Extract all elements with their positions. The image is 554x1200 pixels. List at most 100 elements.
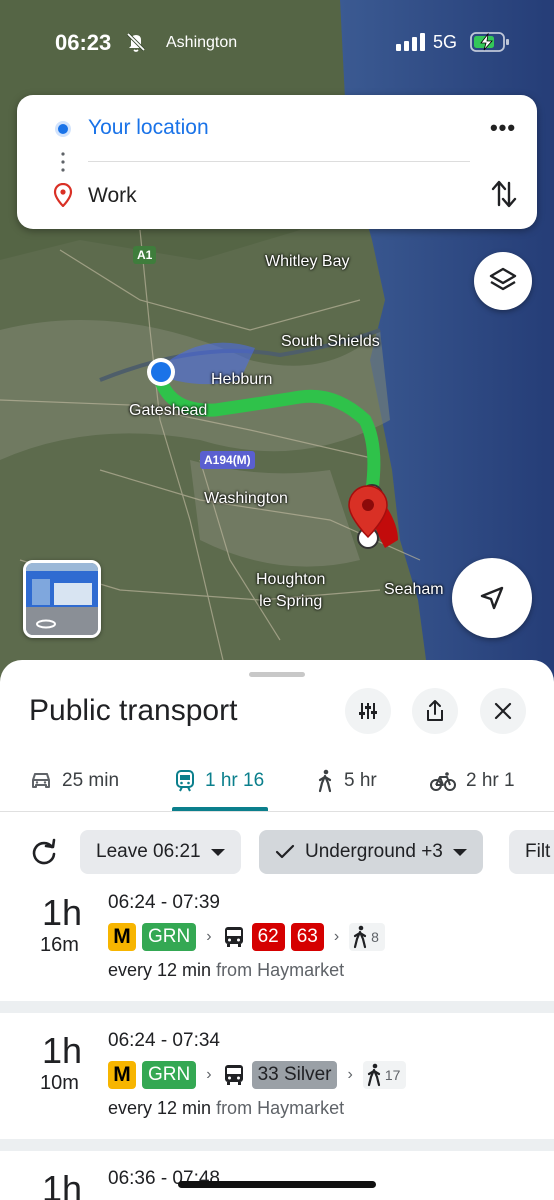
bell-muted-icon <box>126 32 146 52</box>
route-duration-hours: 1h <box>42 1168 83 1200</box>
route-times: 06:24 - 07:39 <box>108 892 220 913</box>
field-divider <box>88 161 470 162</box>
street-view-image <box>26 563 98 635</box>
frequency-text: every 12 min <box>108 960 212 980</box>
origin-field[interactable]: Your location <box>88 116 209 140</box>
road-badge-a194m: A194(M) <box>200 451 255 469</box>
walk-icon <box>318 769 332 793</box>
origin-dot-icon <box>55 121 71 137</box>
transit-mode-label: Underground +3 <box>305 841 443 862</box>
tab-transit-label: 1 hr 16 <box>205 770 265 791</box>
departure-stop: from Haymarket <box>216 960 345 980</box>
transit-filter-bar: Leave 06:21 Underground +3 Filt <box>0 828 554 876</box>
walk-icon <box>354 925 367 949</box>
directions-search-card: Your location Work ••• <box>17 95 537 229</box>
tab-cycle[interactable]: 2 hr 1 <box>430 766 515 796</box>
status-bar: 06:23 Ashington 5G <box>0 0 554 86</box>
chevron-down-icon <box>452 848 467 856</box>
signal-bars-icon <box>396 33 425 51</box>
route-legs: M GRN › 33 Silver › 17 <box>108 1060 407 1090</box>
bus-line-badge: 62 <box>251 923 285 951</box>
checkmark-icon <box>275 844 295 859</box>
bus-line-badge: 63 <box>290 923 324 951</box>
close-icon <box>494 702 512 720</box>
filters-label: Filt <box>525 841 551 862</box>
status-location: Ashington <box>166 34 238 51</box>
departure-time-chip[interactable]: Leave 06:21 <box>80 830 241 874</box>
layers-button[interactable] <box>474 252 532 310</box>
share-icon <box>427 700 443 721</box>
route-times: 06:24 - 07:34 <box>108 1030 220 1051</box>
route-legs: M GRN › 62 63 › 8 <box>108 922 385 952</box>
tune-icon <box>359 703 377 719</box>
route-separator <box>0 1001 554 1013</box>
departure-time-label: Leave 06:21 <box>96 841 201 862</box>
chevron-right-icon: › <box>333 928 340 945</box>
road-badge-a1: A1 <box>133 246 157 264</box>
route-separator <box>0 1139 554 1151</box>
bus-icon <box>224 1065 243 1085</box>
tab-drive[interactable]: 25 min <box>30 766 119 796</box>
tab-cycle-label: 2 hr 1 <box>466 770 515 791</box>
map-label-gateshead: Gateshead <box>129 402 208 419</box>
train-icon <box>176 770 194 792</box>
close-button[interactable] <box>480 688 526 734</box>
travel-mode-tabs: 25 min 1 hr 16 5 hr 2 hr 1 <box>0 752 554 812</box>
refresh-icon[interactable] <box>30 838 58 866</box>
walk-minutes: 8 <box>371 929 379 945</box>
tab-walk-label: 5 hr <box>344 770 377 791</box>
metro-line-badge: GRN <box>142 1061 197 1089</box>
active-tab-indicator <box>172 807 268 811</box>
chevron-right-icon: › <box>206 928 212 945</box>
network-type: 5G <box>433 32 458 52</box>
route-options-button[interactable] <box>345 688 391 734</box>
chevron-right-icon: › <box>206 1066 212 1083</box>
route-option[interactable]: 1h 16m 06:24 - 07:39 M GRN › 62 63 › 8 e… <box>0 892 554 1010</box>
destination-field[interactable]: Work <box>88 184 137 208</box>
walk-icon <box>367 1063 380 1087</box>
map-label-washington: Washington <box>204 490 288 507</box>
route-duration-hours: 1h <box>42 892 83 933</box>
map-label-hebburn: Hebburn <box>211 371 273 388</box>
route-duration-minutes: 10m <box>40 1072 79 1094</box>
route-duration-minutes: 16m <box>40 934 79 956</box>
filters-chip[interactable]: Filt <box>509 830 554 874</box>
route-duration-hours: 1h <box>42 1030 83 1071</box>
layers-icon <box>489 267 517 291</box>
route-frequency: every 12 min from Haymarket <box>108 960 344 981</box>
map-label-seaham: Seaham <box>384 581 444 598</box>
battery-charging-icon <box>470 32 509 52</box>
bus-line-badge: 33 Silver <box>251 1061 338 1089</box>
metro-badge: M <box>108 923 136 951</box>
navigation-arrow-icon <box>480 586 504 610</box>
bike-icon <box>430 772 456 791</box>
chevron-right-icon: › <box>347 1066 353 1083</box>
walk-leg: 8 <box>349 923 385 951</box>
destination-pin-icon <box>53 183 73 207</box>
tab-transit[interactable]: 1 hr 16 <box>175 766 264 796</box>
bus-icon <box>224 927 243 947</box>
chevron-down-icon <box>210 848 225 856</box>
street-view-thumbnail[interactable] <box>23 560 101 638</box>
share-button[interactable] <box>412 688 458 734</box>
home-indicator[interactable] <box>178 1181 376 1188</box>
walk-minutes: 17 <box>384 1067 401 1083</box>
more-options-button[interactable]: ••• <box>485 115 521 141</box>
frequency-text: every 12 min <box>108 1098 212 1118</box>
map-label-houghton: Houghton le Spring <box>256 571 326 610</box>
sheet-drag-handle[interactable] <box>249 672 305 677</box>
status-time: 06:23 <box>55 30 112 55</box>
walk-leg: 17 <box>362 1061 407 1089</box>
my-location-button[interactable] <box>452 558 532 638</box>
map-label-whitley-bay: Whitley Bay <box>265 253 350 270</box>
directions-sheet: Public transport 25 min 1 hr 16 5 hr 2 h… <box>0 660 554 1200</box>
route-frequency: every 12 min from Haymarket <box>108 1098 344 1119</box>
transit-mode-chip[interactable]: Underground +3 <box>259 830 483 874</box>
route-option[interactable]: 1h 10m 06:24 - 07:34 M GRN › 33 Silver ›… <box>0 1030 554 1148</box>
tab-drive-label: 25 min <box>62 770 120 791</box>
vertical-dots-icon <box>61 152 65 172</box>
tab-walk[interactable]: 5 hr <box>316 766 377 796</box>
swap-directions-icon[interactable] <box>489 177 519 211</box>
car-icon <box>32 773 50 788</box>
sheet-title: Public transport <box>29 694 238 727</box>
